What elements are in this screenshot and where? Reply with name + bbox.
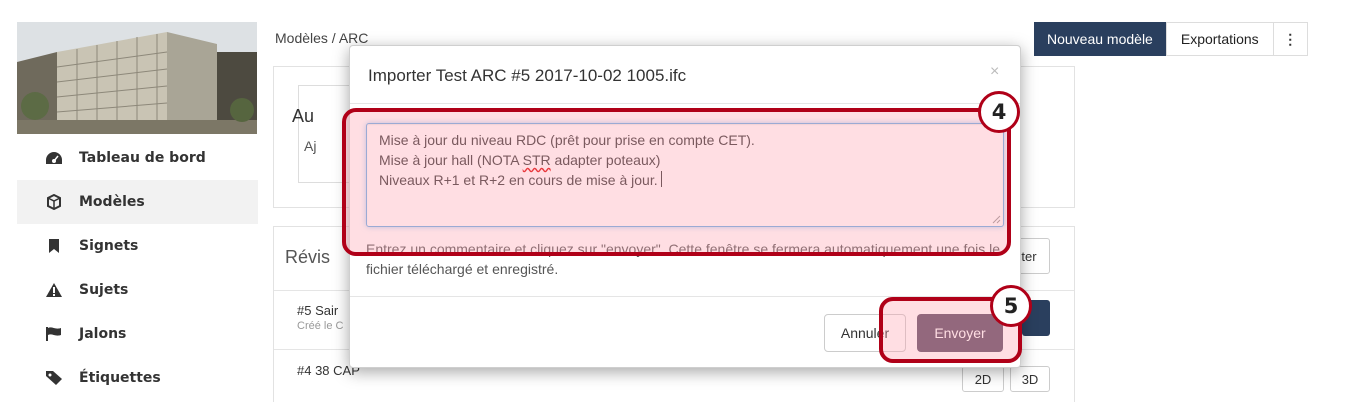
- import-modal: Importer Test ARC #5 2017-10-02 1005.ifc…: [349, 45, 1021, 368]
- misspelled-word: STR: [522, 152, 551, 168]
- comment-line-1: Mise à jour du niveau RDC (prêt pour pri…: [379, 132, 755, 148]
- sidebar: Tableau de bord Modèles Signets Sujets J…: [0, 0, 258, 402]
- summary-card-title: Au: [292, 106, 315, 126]
- sidebar-item-tags[interactable]: Étiquettes: [17, 356, 258, 400]
- comment-line-2-start: Mise à jour hall (NOTA: [379, 152, 523, 168]
- step-badge-4: 4: [978, 91, 1020, 133]
- modal-title: Importer Test ARC #5 2017-10-02 1005.ifc: [368, 66, 687, 85]
- breadcrumb[interactable]: Modèles / ARC: [275, 30, 368, 46]
- more-options-icon[interactable]: ⋮: [1273, 22, 1308, 56]
- comment-line-2-end: adapter poteaux): [550, 152, 661, 168]
- flag-icon: [45, 325, 63, 343]
- sidebar-item-issues[interactable]: Sujets: [17, 268, 258, 312]
- close-icon[interactable]: ×: [990, 63, 999, 81]
- cube-icon: [45, 193, 63, 211]
- summary-card-subtitle: Aj: [304, 138, 317, 154]
- comment-line-3-text: Niveaux R+1 et R+2 en cours de mise à jo…: [379, 172, 658, 188]
- cancel-button[interactable]: Annuler: [824, 314, 906, 352]
- new-model-button[interactable]: Nouveau modèle: [1034, 22, 1166, 56]
- step-badge-5: 5: [990, 285, 1032, 327]
- sidebar-item-dashboard[interactable]: Tableau de bord: [17, 136, 258, 180]
- sidebar-item-milestones[interactable]: Jalons: [17, 312, 258, 356]
- sidebar-item-label: Tableau de bord: [79, 150, 206, 166]
- view-2d-button[interactable]: 2D: [962, 366, 1004, 392]
- sidebar-item-bookmarks[interactable]: Signets: [17, 224, 258, 268]
- tag-icon: [45, 369, 63, 387]
- building-photo: [17, 22, 257, 134]
- modal-divider: [350, 103, 1020, 104]
- sidebar-item-label: Jalons: [79, 326, 127, 342]
- send-button[interactable]: Envoyer: [917, 314, 1003, 352]
- resize-handle-icon[interactable]: [991, 214, 1001, 224]
- exports-button[interactable]: Exportations: [1165, 22, 1274, 56]
- view-3d-button[interactable]: 3D: [1010, 366, 1050, 392]
- revision-row-title[interactable]: #5 Sair: [297, 303, 338, 318]
- sidebar-item-label: Étiquettes: [79, 370, 161, 386]
- sidebar-item-label: Modèles: [79, 194, 145, 210]
- comment-line-3: Niveaux R+1 et R+2 en cours de mise à jo…: [379, 170, 991, 190]
- bookmark-icon: [45, 237, 63, 255]
- revision-row-meta: Créé le C: [297, 320, 344, 332]
- sidebar-item-label: Sujets: [79, 282, 129, 298]
- top-actions: Nouveau modèle Exportations ⋮: [1034, 22, 1308, 56]
- revisions-title: Révis: [285, 247, 331, 267]
- dashboard-icon: [45, 149, 63, 167]
- modal-help-text: Entrez un commentaire et cliquez sur "en…: [366, 241, 1001, 277]
- project-cover-image: [17, 22, 257, 134]
- modal-divider: [350, 296, 1020, 297]
- comment-line-2: Mise à jour hall (NOTA STR adapter potea…: [379, 150, 991, 170]
- comment-textarea[interactable]: Mise à jour du niveau RDC (prêt pour pri…: [366, 123, 1004, 227]
- text-cursor: [660, 171, 662, 187]
- sidebar-item-label: Signets: [79, 238, 139, 254]
- warning-icon: [45, 281, 63, 299]
- sidebar-item-models[interactable]: Modèles: [17, 180, 258, 224]
